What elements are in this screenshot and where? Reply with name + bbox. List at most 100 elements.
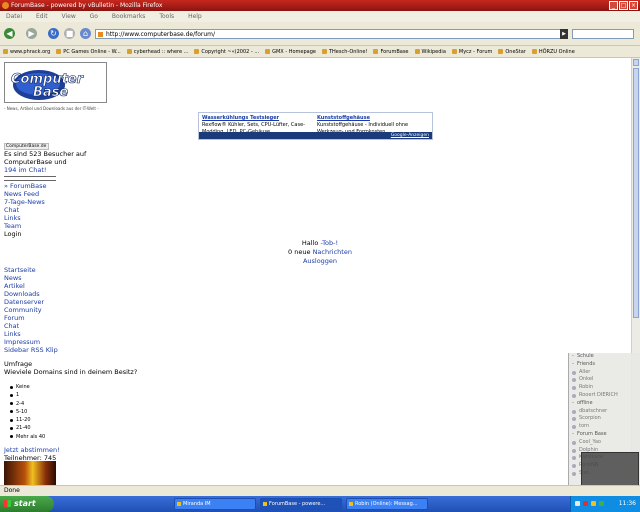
taskbar-robin-message[interactable]: Robin (Online): Messag...: [346, 498, 428, 510]
menu-bookmarks[interactable]: Bookmarks: [112, 13, 146, 20]
poll-option[interactable]: Keine: [9, 383, 45, 391]
link-sidebar-rss[interactable]: Sidebar RSS Klip: [4, 346, 58, 354]
poll-option[interactable]: 2-4: [9, 400, 45, 408]
start-button[interactable]: start: [0, 496, 54, 512]
messages-link[interactable]: Nachrichten: [313, 248, 352, 256]
computerbase-logo[interactable]: Computer Base: [4, 62, 107, 103]
bookmark-item[interactable]: HÖRZU Online: [531, 49, 575, 55]
logo-text-base: Base: [33, 85, 68, 100]
bookmark-item[interactable]: GMX - Homepage: [265, 49, 316, 55]
contact-item[interactable]: Scorpion: [569, 415, 640, 423]
stop-icon[interactable]: ■: [64, 28, 75, 39]
contact-item[interactable]: Rooert DIERICH: [569, 392, 640, 400]
notification-popup: [581, 452, 639, 488]
contact-group[interactable]: Friends: [569, 361, 640, 369]
contact-item[interactable]: Cool_Yao: [569, 439, 640, 447]
link-team[interactable]: Team: [4, 222, 46, 230]
bookmark-icon: [373, 49, 379, 54]
taskbar-miranda[interactable]: Miranda IM: [174, 498, 256, 510]
taskbar-forumbase[interactable]: ForumBase - powere...: [260, 498, 342, 510]
poll-option[interactable]: 11-20: [9, 416, 45, 424]
contact-item[interactable]: Aller: [569, 369, 640, 377]
search-input[interactable]: [572, 29, 634, 39]
tray-icon[interactable]: [583, 501, 588, 506]
forward-icon[interactable]: ▶: [26, 28, 37, 39]
bookmark-item[interactable]: ForumBase: [373, 49, 409, 55]
link-chat-2[interactable]: Chat: [4, 322, 58, 330]
bookmark-item[interactable]: PC Games Online - W...: [56, 49, 121, 55]
logout-link[interactable]: Ausloggen: [303, 257, 337, 265]
reload-icon[interactable]: ↻: [48, 28, 59, 39]
minimize-button[interactable]: _: [609, 1, 618, 10]
poll-title: Umfrage: [4, 360, 33, 368]
bookmark-icon: [451, 49, 457, 54]
menu-help[interactable]: Help: [188, 13, 202, 20]
menu-edit[interactable]: Edit: [36, 13, 48, 20]
link-7-tage-news[interactable]: 7-Tage-News: [4, 198, 46, 206]
link-links-2[interactable]: Links: [4, 330, 58, 338]
bookmark-icon: [56, 49, 62, 54]
bookmark-item[interactable]: www.phrack.org: [3, 49, 50, 55]
poll-question: Wieviele Domains sind in deinem Besitz?: [4, 368, 138, 376]
scroll-up-arrow[interactable]: [633, 59, 639, 66]
bookmark-item[interactable]: Copyright ~«(2002 - ...: [194, 49, 259, 55]
chat-count-link[interactable]: 194 im Chat!: [4, 166, 46, 174]
bookmark-item[interactable]: Mycz - Forum: [451, 49, 492, 55]
menu-datei[interactable]: Datei: [6, 13, 22, 20]
contact-group[interactable]: offline: [569, 400, 640, 408]
contact-item[interactable]: Onkel: [569, 376, 640, 384]
link-news[interactable]: News: [4, 274, 58, 282]
tray-icon[interactable]: [599, 501, 604, 506]
site-tagline: - News, Artikel und Downloads aus der IT…: [4, 106, 99, 111]
poll-option[interactable]: 5-10: [9, 408, 45, 416]
go-button[interactable]: ▶: [560, 29, 568, 39]
link-links[interactable]: Links: [4, 214, 46, 222]
maximize-button[interactable]: □: [619, 1, 628, 10]
bookmark-item[interactable]: OneStar: [498, 49, 526, 55]
vote-link[interactable]: Jetzt abstimmen!: [4, 446, 60, 454]
back-icon[interactable]: ◀: [4, 28, 15, 39]
poll-option[interactable]: Mehr als 40: [9, 433, 45, 441]
bookmark-item[interactable]: cyberhead :: where ...: [126, 49, 188, 55]
ad-link-kunststoffgehaeuse[interactable]: Kunststoffgehäuse: [317, 115, 370, 121]
scroll-thumb[interactable]: [633, 68, 639, 318]
contact-item[interactable]: dbatschner: [569, 408, 640, 416]
menu-go[interactable]: Go: [90, 13, 98, 20]
banner-image[interactable]: [4, 461, 56, 485]
login-label[interactable]: Login: [4, 230, 46, 238]
username-link[interactable]: -Tob-!: [320, 239, 338, 247]
menu-bar: Datei Edit View Go Bookmarks Tools Help: [0, 11, 640, 22]
bookmark-item[interactable]: Wikipedia: [414, 49, 446, 55]
poll-option[interactable]: 1: [9, 391, 45, 399]
contact-item[interactable]: torn: [569, 423, 640, 431]
menu-tools[interactable]: Tools: [159, 13, 174, 20]
poll-option[interactable]: 21-40: [9, 424, 45, 432]
link-artikel[interactable]: Artikel: [4, 282, 58, 290]
url-input[interactable]: http://www.computerbase.de/forum/: [95, 29, 567, 39]
contact-item[interactable]: Robin: [569, 384, 640, 392]
contact-group[interactable]: Schule: [569, 353, 640, 361]
menu-view[interactable]: View: [61, 13, 75, 20]
link-startseite[interactable]: Startseite: [4, 266, 58, 274]
navigation-toolbar: ◀ ▶ ↻ ■ ⌂ http://www.computerbase.de/for…: [0, 22, 640, 46]
link-news-feed[interactable]: News Feed: [4, 190, 46, 198]
visitor-count: Es sind 523 Besucher auf ComputerBase un…: [4, 150, 89, 174]
tray-icon[interactable]: [591, 501, 596, 506]
link-community[interactable]: Community: [4, 306, 58, 314]
link-downloads[interactable]: Downloads: [4, 290, 58, 298]
link-forumbase[interactable]: » ForumBase: [4, 182, 46, 190]
google-ads-link[interactable]: Google-Anzeigen: [199, 132, 432, 139]
computerbase-box-label: ComputerBase.de: [4, 143, 49, 150]
tray-icon[interactable]: [575, 501, 580, 506]
link-impressum[interactable]: Impressum: [4, 338, 58, 346]
link-datenserver[interactable]: Datenserver: [4, 298, 58, 306]
contact-group[interactable]: Forum Base: [569, 431, 640, 439]
link-forum[interactable]: Forum: [4, 314, 58, 322]
bookmark-icon: [498, 49, 504, 54]
bookmark-item[interactable]: THesch-Online!: [321, 49, 367, 55]
home-icon[interactable]: ⌂: [80, 28, 91, 39]
poll-options: Keine 1 2-4 5-10 11-20 21-40 Mehr als 40: [9, 383, 45, 441]
link-chat[interactable]: Chat: [4, 206, 46, 214]
close-button[interactable]: ×: [629, 1, 638, 10]
ad-link-wasserkuehlung[interactable]: Wasserkühlungs Testsieger: [202, 115, 279, 121]
